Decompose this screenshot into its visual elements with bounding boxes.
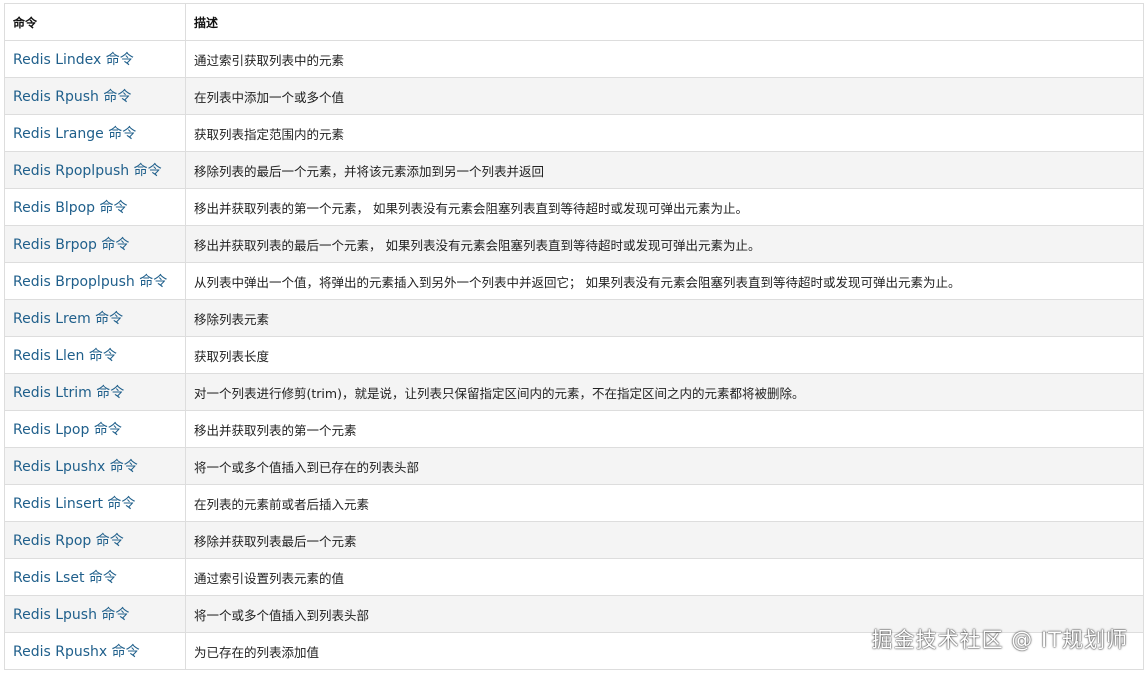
command-cell: Redis Lrem 命令 <box>4 299 186 337</box>
table-row: Redis Lrem 命令 移除列表元素 <box>4 299 1144 337</box>
table-header-row: 命令 描述 <box>4 3 1144 41</box>
command-link[interactable]: Redis Linsert 命令 <box>13 496 135 512</box>
command-link[interactable]: Redis Brpoplpush 命令 <box>13 274 167 290</box>
command-link[interactable]: Redis Lpush 命令 <box>13 607 129 623</box>
table-row: Redis Ltrim 命令 对一个列表进行修剪(trim)，就是说，让列表只保留… <box>4 373 1144 411</box>
description-cell: 通过索引设置列表元素的值 <box>185 558 1144 596</box>
header-command: 命令 <box>4 3 186 41</box>
command-link[interactable]: Redis Lindex 命令 <box>13 52 134 68</box>
table-row: Redis Brpop 命令 移出并获取列表的最后一个元素， 如果列表没有元素会阻… <box>4 225 1144 263</box>
table-row: Redis Lset 命令 通过索引设置列表元素的值 <box>4 558 1144 596</box>
table-row: Redis Lrange 命令 获取列表指定范围内的元素 <box>4 114 1144 152</box>
description-cell: 将一个或多个值插入到已存在的列表头部 <box>185 447 1144 485</box>
description-cell: 移除并获取列表最后一个元素 <box>185 521 1144 559</box>
command-link[interactable]: Redis Rpush 命令 <box>13 89 131 105</box>
description-cell: 获取列表指定范围内的元素 <box>185 114 1144 152</box>
command-cell: Redis Llen 命令 <box>4 336 186 374</box>
command-link[interactable]: Redis Blpop 命令 <box>13 200 128 216</box>
table-row: Redis Rpoplpush 命令 移除列表的最后一个元素，并将该元素添加到另一… <box>4 151 1144 189</box>
table-row: Redis Lpushx 命令 将一个或多个值插入到已存在的列表头部 <box>4 447 1144 485</box>
command-cell: Redis Rpushx 命令 <box>4 632 186 670</box>
table-body: Redis Lindex 命令 通过索引获取列表中的元素 Redis Rpush 命… <box>4 40 1144 670</box>
command-link[interactable]: Redis Lpop 命令 <box>13 422 122 438</box>
command-cell: Redis Linsert 命令 <box>4 484 186 522</box>
header-description: 描述 <box>185 3 1144 41</box>
description-cell: 移除列表的最后一个元素，并将该元素添加到另一个列表并返回 <box>185 151 1144 189</box>
command-link[interactable]: Redis Lset 命令 <box>13 570 117 586</box>
description-cell: 在列表中添加一个或多个值 <box>185 77 1144 115</box>
description-cell: 从列表中弹出一个值，将弹出的元素插入到另外一个列表中并返回它； 如果列表没有元素… <box>185 262 1144 300</box>
description-cell: 移出并获取列表的第一个元素 <box>185 410 1144 448</box>
table-row: Redis Brpoplpush 命令 从列表中弹出一个值，将弹出的元素插入到另外… <box>4 262 1144 300</box>
description-cell: 获取列表长度 <box>185 336 1144 374</box>
description-cell: 在列表的元素前或者后插入元素 <box>185 484 1144 522</box>
table-row: Redis Rpush 命令 在列表中添加一个或多个值 <box>4 77 1144 115</box>
command-cell: Redis Brpop 命令 <box>4 225 186 263</box>
command-cell: Redis Lindex 命令 <box>4 40 186 78</box>
command-cell: Redis Lset 命令 <box>4 558 186 596</box>
table-row: Redis Blpop 命令 移出并获取列表的第一个元素， 如果列表没有元素会阻塞… <box>4 188 1144 226</box>
table-row: Redis Lindex 命令 通过索引获取列表中的元素 <box>4 40 1144 78</box>
description-cell: 通过索引获取列表中的元素 <box>185 40 1144 78</box>
command-link[interactable]: Redis Lrange 命令 <box>13 126 136 142</box>
command-cell: Redis Lpop 命令 <box>4 410 186 448</box>
table-row: Redis Rpop 命令 移除并获取列表最后一个元素 <box>4 521 1144 559</box>
command-cell: Redis Rpush 命令 <box>4 77 186 115</box>
command-cell: Redis Lrange 命令 <box>4 114 186 152</box>
command-cell: Redis Brpoplpush 命令 <box>4 262 186 300</box>
description-cell: 对一个列表进行修剪(trim)，就是说，让列表只保留指定区间内的元素，不在指定区… <box>185 373 1144 411</box>
command-cell: Redis Lpush 命令 <box>4 595 186 633</box>
watermark: 掘金技术社区 @ IT规划师 <box>871 628 1128 652</box>
description-cell: 移出并获取列表的最后一个元素， 如果列表没有元素会阻塞列表直到等待超时或发现可弹… <box>185 225 1144 263</box>
command-cell: Redis Lpushx 命令 <box>4 447 186 485</box>
table-row: Redis Lpop 命令 移出并获取列表的第一个元素 <box>4 410 1144 448</box>
description-cell: 移除列表元素 <box>185 299 1144 337</box>
redis-list-commands-table: 命令 描述 Redis Lindex 命令 通过索引获取列表中的元素 Redis R… <box>4 3 1144 670</box>
command-cell: Redis Ltrim 命令 <box>4 373 186 411</box>
command-cell: Redis Blpop 命令 <box>4 188 186 226</box>
command-cell: Redis Rpop 命令 <box>4 521 186 559</box>
description-cell: 移出并获取列表的第一个元素， 如果列表没有元素会阻塞列表直到等待超时或发现可弹出… <box>185 188 1144 226</box>
command-cell: Redis Rpoplpush 命令 <box>4 151 186 189</box>
table-row: Redis Llen 命令 获取列表长度 <box>4 336 1144 374</box>
command-link[interactable]: Redis Ltrim 命令 <box>13 385 124 401</box>
command-link[interactable]: Redis Brpop 命令 <box>13 237 129 253</box>
command-link[interactable]: Redis Rpoplpush 命令 <box>13 163 162 179</box>
command-link[interactable]: Redis Lrem 命令 <box>13 311 123 327</box>
table-row: Redis Linsert 命令 在列表的元素前或者后插入元素 <box>4 484 1144 522</box>
command-link[interactable]: Redis Rpop 命令 <box>13 533 124 549</box>
command-link[interactable]: Redis Llen 命令 <box>13 348 117 364</box>
command-link[interactable]: Redis Rpushx 命令 <box>13 644 140 660</box>
command-link[interactable]: Redis Lpushx 命令 <box>13 459 138 475</box>
